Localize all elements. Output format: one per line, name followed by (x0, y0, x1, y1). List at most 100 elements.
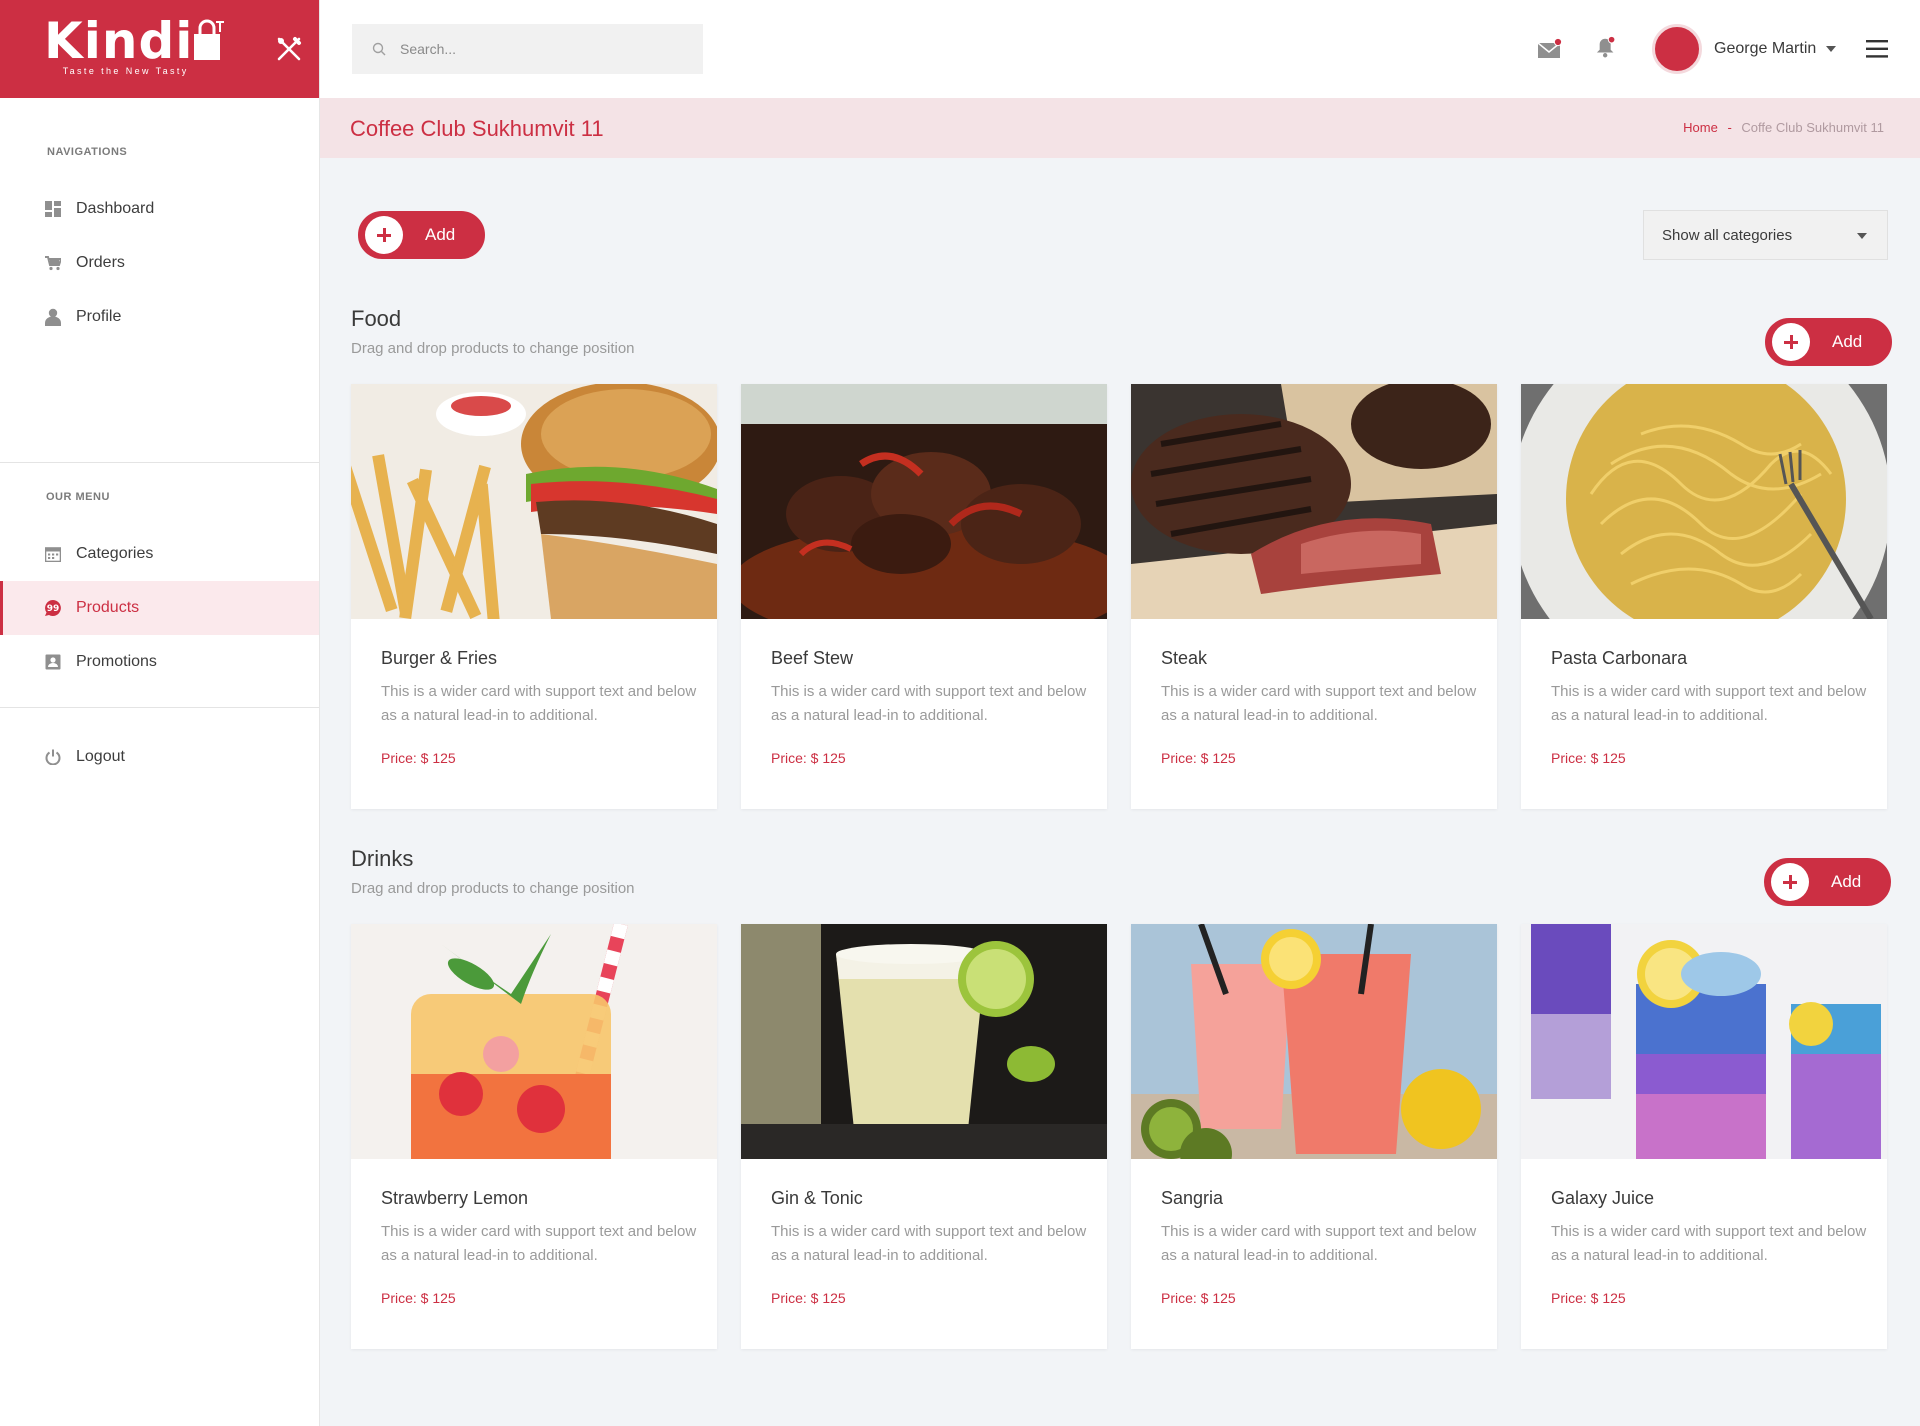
product-image (741, 384, 1107, 619)
product-name: Pasta Carbonara (1551, 648, 1688, 668)
pasta-image (1521, 384, 1887, 619)
product-description: This is a wider card with support text a… (1551, 683, 1867, 724)
add-category-button[interactable]: Add (358, 211, 486, 259)
add-button-label: Add (1832, 332, 1863, 351)
sidebar-item-label: Categories (76, 545, 154, 562)
hamburger-menu-icon[interactable] (1866, 40, 1888, 58)
product-description: This is a wider card with support text a… (1161, 1223, 1477, 1264)
product-description: This is a wider card with support text a… (771, 1223, 1087, 1264)
breadcrumb-separator: - (1727, 120, 1732, 135)
nav-section-navigations: NAVIGATIONS Dashboard Orders Profile (0, 98, 319, 462)
sangria-image (1131, 924, 1497, 1159)
product-name: Strawberry Lemon (381, 1188, 529, 1208)
svg-text:99: 99 (47, 604, 60, 614)
section-title: Drinks (351, 846, 414, 871)
product-name: Sangria (1161, 1188, 1224, 1208)
breadcrumb-home-link[interactable]: Home (1683, 120, 1718, 135)
search-icon (372, 42, 386, 56)
user-name: George Martin (1714, 40, 1817, 57)
product-description: This is a wider card with support text a… (381, 1223, 697, 1264)
user-menu[interactable]: George Martin (1652, 24, 1837, 74)
avatar[interactable] (1652, 24, 1702, 74)
mail-icon[interactable] (1538, 38, 1562, 60)
product-name: Steak (1161, 648, 1208, 668)
product-description: This is a wider card with support text a… (771, 683, 1087, 724)
power-icon (44, 748, 62, 766)
section-subtitle: Drag and drop products to change positio… (351, 340, 635, 357)
product-card[interactable]: Galaxy Juice This is a wider card with s… (1521, 924, 1887, 1349)
page-title: Coffee Club Sukhumvit 11 (350, 116, 604, 141)
logo-tagline: Taste the New Tasty (62, 66, 189, 76)
product-description: This is a wider card with support text a… (1551, 1223, 1867, 1264)
product-name: Beef Stew (771, 648, 854, 668)
add-button-label: Add (425, 225, 456, 244)
add-product-button[interactable]: Add (1765, 318, 1893, 366)
product-card[interactable]: Pasta Carbonara This is a wider card wit… (1521, 384, 1887, 809)
plus-icon (1772, 323, 1810, 361)
add-button-label: Add (1831, 872, 1862, 891)
sidebar-item-label: Products (76, 599, 140, 616)
sidebar-item-profile[interactable]: Profile (0, 290, 319, 344)
category-filter-value: Show all categories (1662, 226, 1793, 244)
product-price: Price: $ 125 (771, 750, 846, 766)
product-price: Price: $ 125 (1551, 750, 1626, 766)
product-image (1131, 924, 1497, 1159)
sidebar-item-dashboard[interactable]: Dashboard (0, 182, 319, 236)
galaxy-juice-image (1521, 924, 1887, 1159)
sidebar-item-products[interactable]: 99 Products (0, 581, 319, 635)
sidebar-item-categories[interactable]: Categories (0, 527, 319, 581)
shopping-bag-icon (194, 19, 224, 60)
user-icon (44, 308, 62, 326)
nav-section-our-menu: OUR MENU Categories 99 Products Promotio… (0, 463, 319, 707)
sidebar-item-promotions[interactable]: Promotions (0, 635, 319, 689)
product-card[interactable]: Gin & Tonic This is a wider card with su… (741, 924, 1107, 1349)
beef-stew-image (741, 384, 1107, 619)
product-image (351, 924, 717, 1159)
breadcrumb: Home - Coffe Club Sukhumvit 11 (1683, 120, 1884, 135)
product-name: Burger & Fries (381, 648, 498, 668)
calendar-icon (44, 545, 62, 563)
search-input[interactable] (400, 41, 680, 57)
gin-tonic-image (741, 924, 1107, 1159)
plus-icon (1771, 863, 1809, 901)
bell-icon[interactable] (1595, 36, 1619, 58)
chevron-down-icon (1826, 46, 1837, 52)
product-price: Price: $ 125 (1161, 1290, 1236, 1306)
product-price: Price: $ 125 (1551, 1290, 1626, 1306)
breadcrumb-current: Coffe Club Sukhumvit 11 (1741, 120, 1884, 135)
product-card[interactable]: Beef Stew This is a wider card with supp… (741, 384, 1107, 809)
section-subtitle: Drag and drop products to change positio… (351, 880, 635, 897)
utensils-icon[interactable] (276, 36, 302, 62)
sidebar-item-label: Profile (76, 308, 122, 325)
product-card[interactable]: Steak This is a wider card with support … (1131, 384, 1497, 809)
product-card[interactable]: Sangria This is a wider card with suppor… (1131, 924, 1497, 1349)
sidebar-item-label: Promotions (76, 653, 157, 670)
product-price: Price: $ 125 (381, 750, 456, 766)
product-card[interactable]: Strawberry Lemon This is a wider card wi… (351, 924, 717, 1349)
quote-icon: 99 (44, 599, 62, 617)
strawberry-lemon-image (351, 924, 717, 1159)
product-card[interactable]: Burger & Fries This is a wider card with… (351, 384, 717, 809)
dashboard-icon (44, 200, 62, 218)
kindi-logo[interactable]: Kindi Taste the New Tasty (44, 14, 224, 76)
nav-section-account: Logout (0, 708, 319, 784)
sidebar-item-label: Orders (76, 254, 125, 271)
search-box[interactable] (352, 24, 703, 74)
plus-icon (365, 216, 403, 254)
burger-fries-image (351, 384, 717, 619)
product-price: Price: $ 125 (771, 1290, 846, 1306)
product-image (1131, 384, 1497, 619)
product-price: Price: $ 125 (381, 1290, 456, 1306)
product-image (1521, 924, 1887, 1159)
section-title: Food (351, 306, 402, 331)
sidebar-item-orders[interactable]: Orders (0, 236, 319, 290)
sidebar-item-label: Dashboard (76, 200, 155, 217)
add-product-button[interactable]: Add (1764, 858, 1892, 906)
sidebar-item-label: Logout (76, 748, 125, 765)
chevron-down-icon (1857, 233, 1867, 239)
category-filter-select[interactable]: Show all categories (1643, 210, 1888, 260)
topbar: George Martin (320, 0, 1920, 98)
page-header: Coffee Club Sukhumvit 11 Home - Coffe Cl… (320, 98, 1920, 158)
sidebar-item-logout[interactable]: Logout (0, 730, 319, 784)
product-name: Galaxy Juice (1551, 1188, 1655, 1208)
